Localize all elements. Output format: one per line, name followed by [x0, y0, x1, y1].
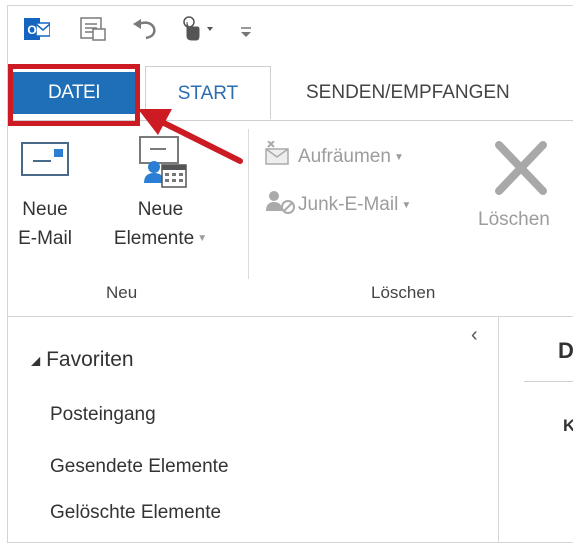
- outlook-logo-icon: O: [24, 16, 51, 42]
- junk-email-button[interactable]: Junk-E-Mail ▼: [264, 189, 411, 221]
- undo-icon[interactable]: [130, 16, 160, 42]
- new-items-label-1: Neue: [137, 199, 184, 220]
- dropdown-arrow-icon: ▼: [393, 151, 404, 163]
- delete-button[interactable]: Löschen: [478, 141, 573, 234]
- delete-label: Löschen: [478, 209, 550, 230]
- folder-sent-items[interactable]: Gesendete Elemente: [50, 456, 229, 478]
- new-email-icon: [12, 139, 78, 195]
- message-pane-divider: [524, 381, 573, 382]
- expand-triangle-icon: ◢: [31, 353, 41, 368]
- annotation-arrow-icon: [138, 109, 243, 164]
- cleanup-label: Aufräumen: [298, 146, 391, 168]
- message-pane-subheader: K: [563, 416, 573, 436]
- message-pane-header: D: [558, 338, 573, 363]
- cleanup-button[interactable]: Aufräumen ▼: [264, 140, 404, 173]
- new-email-button[interactable]: Neue E-Mail: [12, 139, 78, 253]
- group-separator: [248, 129, 249, 279]
- folder-inbox[interactable]: Posteingang: [50, 404, 156, 426]
- folder-deleted-items[interactable]: Gelöschte Elemente: [50, 502, 221, 524]
- touch-mode-icon[interactable]: [178, 16, 218, 42]
- new-email-label-1: Neue: [22, 199, 68, 220]
- delete-x-icon: [478, 141, 573, 205]
- group-label-loeschen: Löschen: [371, 283, 436, 302]
- tab-senden-empfangen[interactable]: SENDEN/EMPFANGEN: [279, 72, 573, 114]
- new-items-label-2-row: Elemente ▼: [98, 224, 223, 253]
- quick-access-toolbar: O: [8, 6, 573, 54]
- new-items-label-2: Elemente: [113, 228, 195, 249]
- navigation-pane: ‹ ◢ Favoriten Posteingang Gesendete Elem…: [8, 316, 573, 542]
- favorites-label: Favoriten: [46, 348, 134, 371]
- dropdown-arrow-icon: ▼: [197, 233, 208, 245]
- favorites-header[interactable]: ◢ Favoriten: [31, 348, 134, 372]
- customize-toolbar-icon[interactable]: [236, 16, 256, 42]
- new-email-label-2: E-Mail: [18, 228, 72, 249]
- outlook-window: O DATEI START SENDEN/EMPFANGEN Neue E-Ma…: [7, 5, 573, 543]
- dropdown-arrow-icon: ▼: [401, 199, 412, 211]
- junk-label: Junk-E-Mail: [298, 194, 399, 216]
- junk-icon: [264, 189, 298, 221]
- datei-highlight-box: [8, 64, 140, 126]
- svg-text:O: O: [27, 23, 36, 37]
- cleanup-icon: [264, 140, 298, 173]
- send-receive-icon[interactable]: [78, 16, 108, 42]
- collapse-pane-icon[interactable]: ‹: [471, 324, 478, 347]
- pane-divider: [498, 316, 499, 542]
- group-label-neu: Neu: [106, 283, 138, 302]
- ribbon: Neue E-Mail Neue Elemente ▼ Neu Aufräume…: [8, 120, 573, 317]
